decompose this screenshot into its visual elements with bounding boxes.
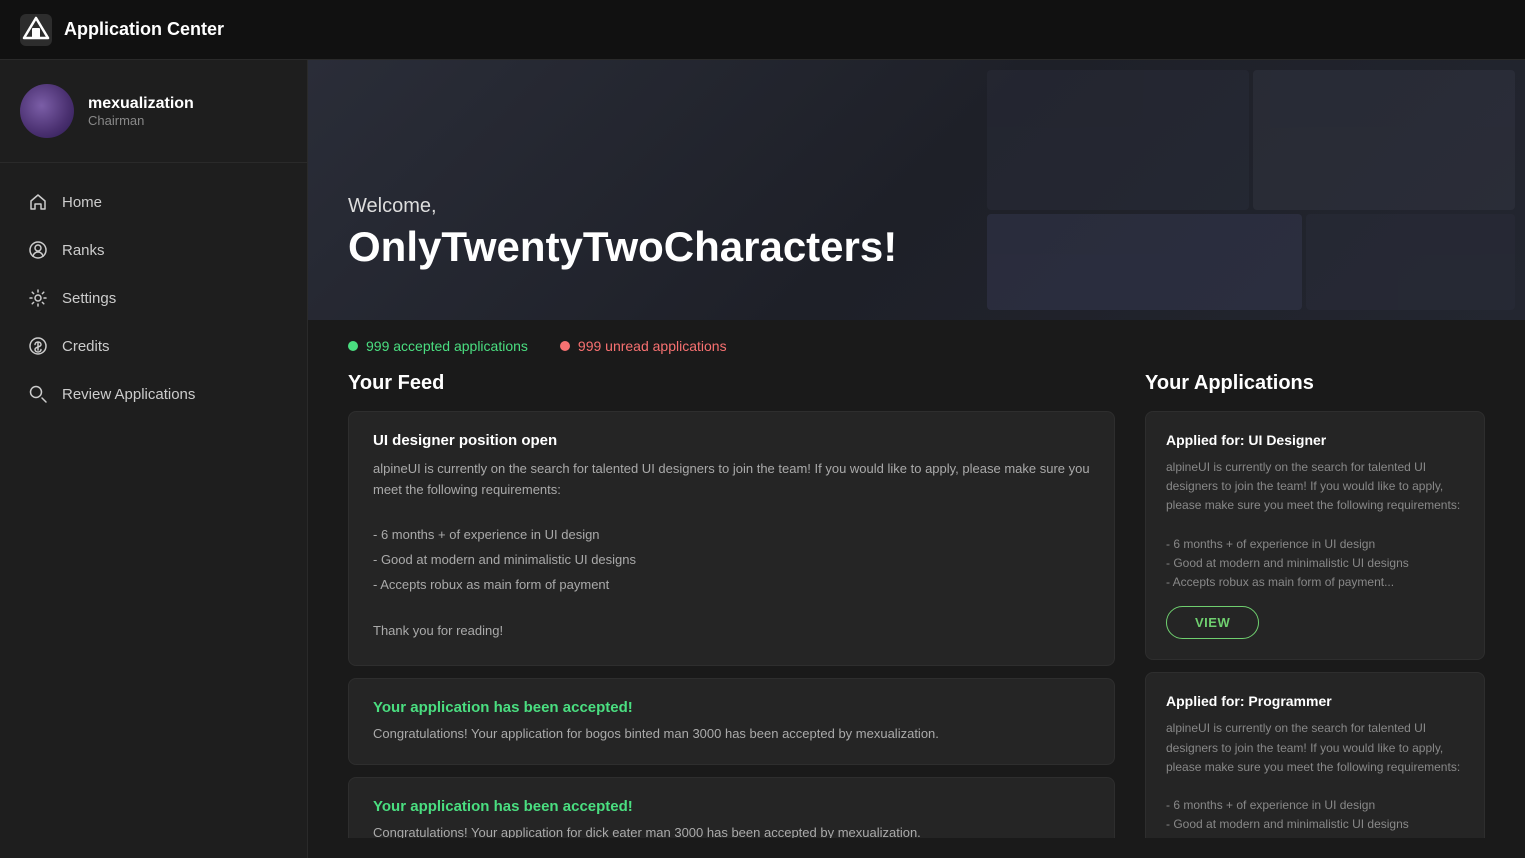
sidebar-item-credits-label: Credits [62,338,110,355]
sidebar-item-review-label: Review Applications [62,386,195,403]
unread-dot [560,341,570,351]
nav-menu: Home Ranks [0,163,307,433]
user-profile: mexualization Chairman [0,60,307,163]
accepted-stat: 999 accepted applications [348,338,528,354]
application-card-2: Applied for: Programmer alpineUI is curr… [1145,672,1485,838]
hero-deco [977,60,1525,320]
user-role: Chairman [88,113,194,128]
sidebar-item-settings[interactable]: Settings [8,275,299,321]
review-icon [28,384,48,404]
accepted-title-1: Your application has been accepted! [373,699,1090,716]
sidebar-item-ranks[interactable]: Ranks [8,227,299,273]
hero-banner: Welcome, OnlyTwentyTwoCharacters! [308,60,1525,320]
hero-username: OnlyTwentyTwoCharacters! [348,224,897,270]
sidebar-item-credits[interactable]: Credits [8,323,299,369]
feed-card-accepted-2: Your application has been accepted! Cong… [348,777,1115,838]
main-content: Welcome, OnlyTwentyTwoCharacters! 999 ac… [308,60,1525,858]
app-card-title-2: Applied for: Programmer [1166,693,1464,709]
feed-title: Your Feed [348,372,1115,395]
username: mexualization [88,95,194,113]
app-title: Application Center [64,19,224,40]
sidebar-item-settings-label: Settings [62,290,116,307]
accepted-dot [348,341,358,351]
accepted-title-2: Your application has been accepted! [373,798,1090,815]
feed-card-body-1: alpineUI is currently on the search for … [373,459,1090,641]
sidebar-item-review-applications[interactable]: Review Applications [8,371,299,417]
user-info: mexualization Chairman [88,95,194,128]
accepted-body-2: Congratulations! Your application for di… [373,823,1090,838]
app-logo-icon [20,14,52,46]
top-header: Application Center [0,0,1525,60]
app-card-body-1: alpineUI is currently on the search for … [1166,458,1464,592]
sidebar-item-ranks-label: Ranks [62,242,105,259]
hero-welcome-text: Welcome, [348,195,897,218]
stats-bar: 999 accepted applications 999 unread app… [308,320,1525,372]
avatar [20,84,74,138]
feed-section: Your Feed UI designer position open alpi… [348,372,1115,838]
settings-icon [28,288,48,308]
content-row: Your Feed UI designer position open alpi… [308,372,1525,858]
unread-stat: 999 unread applications [560,338,727,354]
unread-stat-text: 999 unread applications [578,338,727,354]
feed-card-title-1: UI designer position open [373,432,1090,449]
sidebar-item-home-label: Home [62,194,102,211]
accepted-body-1: Congratulations! Your application for bo… [373,724,1090,744]
main-layout: mexualization Chairman Home [0,60,1525,858]
sidebar: mexualization Chairman Home [0,60,308,858]
ranks-icon [28,240,48,260]
accepted-stat-text: 999 accepted applications [366,338,528,354]
sidebar-item-home[interactable]: Home [8,179,299,225]
view-button-1[interactable]: VIEW [1166,606,1259,639]
feed-card-accepted-1: Your application has been accepted! Cong… [348,678,1115,765]
application-card-1: Applied for: UI Designer alpineUI is cur… [1145,411,1485,660]
app-card-title-1: Applied for: UI Designer [1166,432,1464,448]
credits-icon [28,336,48,356]
applications-section: Your Applications Applied for: UI Design… [1145,372,1485,838]
applications-title: Your Applications [1145,372,1485,395]
app-card-body-2: alpineUI is currently on the search for … [1166,719,1464,838]
home-icon [28,192,48,212]
feed-card-announcement: UI designer position open alpineUI is cu… [348,411,1115,666]
hero-text: Welcome, OnlyTwentyTwoCharacters! [348,195,897,270]
